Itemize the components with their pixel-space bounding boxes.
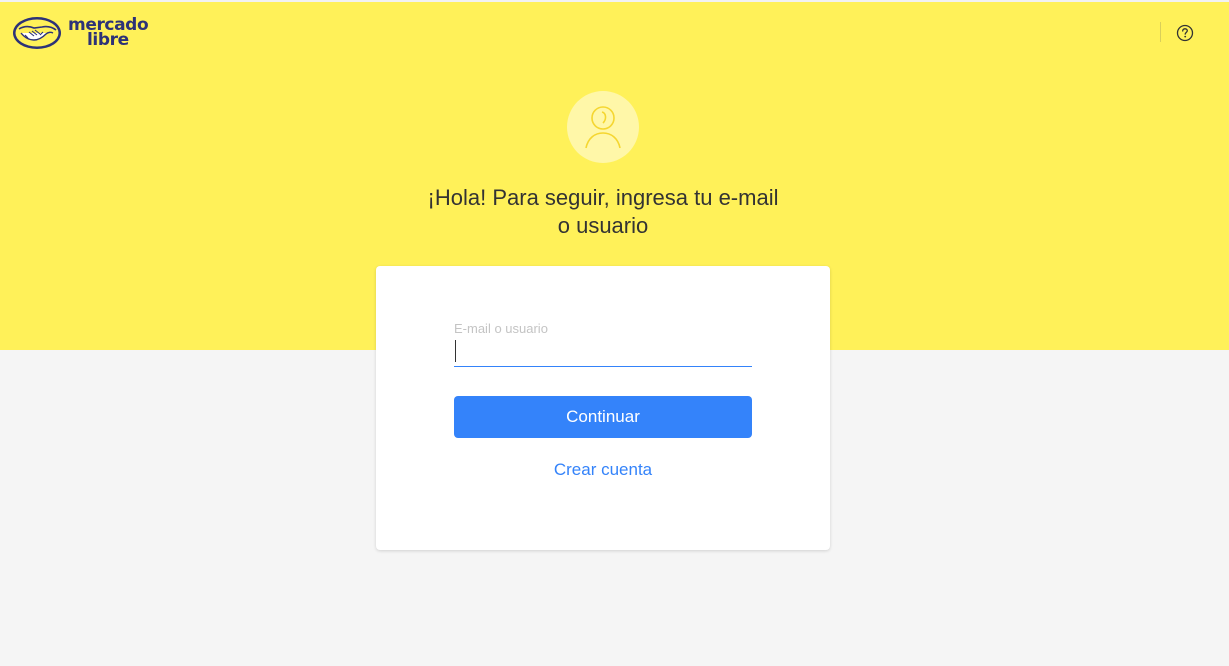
login-card: E-mail o usuario Continuar Crear cuenta (376, 266, 830, 550)
email-field-label: E-mail o usuario (454, 321, 548, 336)
logo-wordmark: mercado libre (68, 17, 149, 50)
create-account-link[interactable]: Crear cuenta (454, 460, 752, 480)
continue-button[interactable]: Continuar (454, 396, 752, 438)
avatar (567, 91, 639, 163)
handshake-icon (13, 17, 61, 49)
question-circle-icon[interactable] (1176, 24, 1194, 42)
email-field[interactable] (454, 338, 752, 367)
user-icon (585, 106, 621, 149)
page-title-line2: o usuario (557, 213, 649, 238)
page-title-line1: ¡Hola! Para seguir, ingresa tu e-mail (427, 185, 779, 210)
page-title: ¡Hola! Para seguir, ingresa tu e-mail o … (364, 184, 842, 240)
login-page: mercado libre ¡Hola! Para seguir, ingres… (0, 0, 1229, 666)
header-divider (1160, 22, 1161, 42)
mercadolibre-logo[interactable]: mercado libre (12, 15, 152, 51)
text-cursor (455, 340, 456, 362)
logo-text-line2: libre (87, 30, 129, 50)
